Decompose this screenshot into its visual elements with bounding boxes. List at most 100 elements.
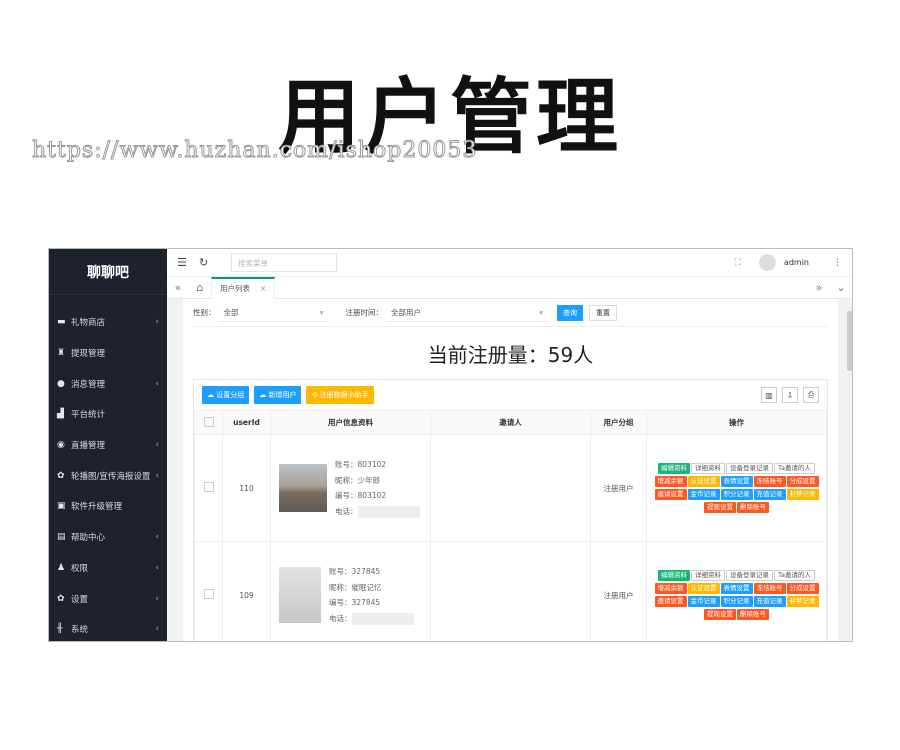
account-text: 账号：803102 (335, 460, 387, 469)
sidebar-item-7[interactable]: ▤ 帮助中心 ‹ (49, 522, 167, 553)
chevron-down-icon: ▾ (319, 307, 324, 317)
row-checkbox[interactable] (203, 482, 214, 492)
gender-select[interactable]: 全部 ▾ (219, 304, 328, 322)
op-button-7[interactable]: 冻结账号 (753, 476, 786, 487)
query-button[interactable]: 查询 (557, 304, 583, 321)
more-vertical-icon[interactable]: ⋮ (833, 258, 842, 268)
sidebar-item-2[interactable]: ● 消息管理 ‹ (49, 368, 167, 399)
op-button-3[interactable]: Ta邀请的人 (774, 570, 815, 581)
register-helper-button[interactable]: ⟲ 注册数据小助手 (306, 386, 374, 404)
row-checkbox[interactable] (203, 589, 214, 599)
op-button-8[interactable]: 分成设置 (786, 476, 819, 487)
op-button-5[interactable]: 认证设置 (687, 476, 720, 487)
op-button-9[interactable]: 邀请设置 (654, 596, 687, 607)
sidebar-item-6[interactable]: ▣ 软件升级管理 (49, 491, 167, 522)
op-button-15[interactable]: 删除账号 (737, 609, 769, 620)
sidebar-item-10[interactable]: ╫ 系统 ‹ (49, 614, 167, 641)
op-button-13[interactable]: 封禁记录 (786, 489, 819, 500)
op-button-6[interactable]: 表情设置 (720, 583, 753, 594)
op-button-11[interactable]: 积分记录 (720, 596, 753, 607)
menu-search-input[interactable]: 搜索菜单 (231, 253, 337, 272)
home-icon[interactable]: ⌂ (189, 281, 211, 294)
scrollbar[interactable] (847, 311, 852, 371)
chevron-left-icon: ‹ (155, 470, 159, 481)
add-user-label: 新增用户 (268, 391, 297, 399)
tab-bar: « ⌂ 用户列表 × » ⌄ (167, 276, 852, 299)
userinfo-cell: 账号：803102 昵称：少年郎 编号：803102 电话： (270, 434, 431, 542)
sidebar-item-3[interactable]: ▟ 平台统计 (49, 399, 167, 430)
select-all-checkbox[interactable] (203, 416, 214, 427)
sidebar: 聊聊吧 ▬ 礼物商店 ‹ ♜ 提现管理 ● 消息管理 ‹ ▟ 平台统计 ◉ 直播管理 ‹ ✿ 轮播图/宣传海… (49, 249, 167, 641)
sidebar-item-1[interactable]: ♜ 提现管理 (49, 338, 167, 369)
op-button-8[interactable]: 分成设置 (786, 583, 819, 594)
main-area: ☰ ↻ 搜索菜单 ⛶ admin ⋮ « ⌂ 用户列表 × » ⌄ 性别： 全部… (167, 249, 852, 641)
op-button-15[interactable]: 删除账号 (737, 502, 769, 513)
inviter-cell (430, 541, 591, 641)
tab-scroll-left-icon[interactable]: « (167, 281, 189, 294)
sidebar-item-0[interactable]: ▬ 礼物商店 ‹ (49, 307, 167, 338)
menu-toggle-icon[interactable]: ☰ (177, 256, 199, 269)
op-button-11[interactable]: 积分记录 (720, 489, 753, 500)
op-button-9[interactable]: 邀请设置 (654, 489, 687, 500)
op-button-13[interactable]: 封禁记录 (786, 596, 819, 607)
op-button-6[interactable]: 表情设置 (720, 476, 753, 487)
op-button-12[interactable]: 充值记录 (753, 596, 786, 607)
chevron-down-icon[interactable]: ⌄ (830, 281, 852, 294)
sidebar-item-label: 礼物商店 (71, 318, 106, 329)
op-button-1[interactable]: 详细资料 (691, 463, 726, 474)
tab-user-list[interactable]: 用户列表 × (211, 276, 276, 299)
sidebar-item-label: 软件升级管理 (71, 502, 123, 513)
gear-icon: ✿ (57, 470, 65, 481)
fullscreen-icon[interactable]: ⛶ (735, 258, 741, 268)
top-bar: ☰ ↻ 搜索菜单 ⛶ admin ⋮ (167, 249, 852, 277)
col-header-userinfo: 用户信息资料 (270, 410, 431, 435)
admin-app-window: 聊聊吧 ▬ 礼物商店 ‹ ♜ 提现管理 ● 消息管理 ‹ ▟ 平台统计 ◉ 直播管理 ‹ ✿ 轮播图/宣传海… (48, 248, 853, 642)
username-label[interactable]: admin (784, 258, 809, 267)
phone-label: 电话： (329, 613, 352, 623)
set-group-button[interactable]: ☁ 设置分组 (202, 386, 250, 404)
document-icon: ▤ (57, 532, 66, 543)
op-button-0[interactable]: 编辑资料 (658, 463, 691, 474)
row-select-cell (194, 541, 223, 641)
set-group-label: 设置分组 (216, 391, 245, 399)
avatar[interactable] (758, 254, 776, 271)
add-user-button[interactable]: ☁ 新增用户 (254, 386, 302, 404)
op-button-10[interactable]: 金币记录 (687, 596, 720, 607)
op-button-4[interactable]: 增减余额 (654, 583, 687, 594)
nickname-text: 昵称：少年郎 (335, 475, 380, 485)
print-icon[interactable]: ⎙ (803, 387, 819, 403)
chevron-down-icon: ▾ (539, 307, 543, 317)
op-button-1[interactable]: 详细资料 (691, 570, 726, 581)
table-row: 110 账号：803102 昵称：少年郎 编号：803102 电话： 注册用户 编辑资料 详细… (194, 434, 827, 542)
watermark-url: https://www.huzhan.com/ishop20053 (31, 138, 478, 164)
close-icon[interactable]: × (260, 284, 266, 293)
sidebar-item-9[interactable]: ✿ 设置 ‹ (49, 583, 167, 614)
op-button-5[interactable]: 认证设置 (687, 583, 720, 594)
export-icon[interactable]: ⇩ (782, 387, 798, 403)
op-button-4[interactable]: 增减余额 (654, 476, 687, 487)
sidebar-item-label: 权限 (71, 563, 89, 574)
op-button-0[interactable]: 编辑资料 (658, 570, 691, 581)
tab-scroll-right-icon[interactable]: » (808, 281, 830, 294)
columns-icon[interactable]: ▥ (761, 387, 777, 403)
op-button-3[interactable]: Ta邀请的人 (774, 463, 815, 474)
op-button-10[interactable]: 金币记录 (687, 489, 720, 500)
register-time-select[interactable]: 全部用户 ▾ (387, 304, 547, 322)
group-cell: 注册用户 (590, 434, 647, 542)
op-button-12[interactable]: 充值记录 (753, 489, 786, 500)
register-helper-label: 注册数据小助手 (319, 391, 369, 399)
refresh-icon[interactable]: ↻ (199, 256, 221, 269)
sidebar-item-4[interactable]: ◉ 直播管理 ‹ (49, 430, 167, 461)
op-button-14[interactable]: 提现设置 (704, 609, 736, 620)
bar-chart-icon: ▟ (57, 409, 64, 420)
op-button-2[interactable]: 设备登录记录 (726, 570, 774, 581)
actions-cell: 编辑资料 详细资料 设备登录记录 Ta邀请的人增减余额 认证设置 表情设置 冻结账号 分成设置… (646, 434, 827, 542)
op-button-14[interactable]: 提现设置 (704, 502, 736, 513)
sidebar-item-8[interactable]: ♟ 权限 ‹ (49, 553, 167, 584)
op-button-7[interactable]: 冻结账号 (753, 583, 786, 594)
op-button-2[interactable]: 设备登录记录 (726, 463, 774, 474)
reset-button[interactable]: 重置 (589, 304, 617, 321)
number-text: 编号：327845 (329, 598, 381, 607)
sliders-icon: ╫ (57, 624, 63, 635)
sidebar-item-5[interactable]: ✿ 轮播图/宣传海报设置 ‹ (49, 460, 167, 491)
